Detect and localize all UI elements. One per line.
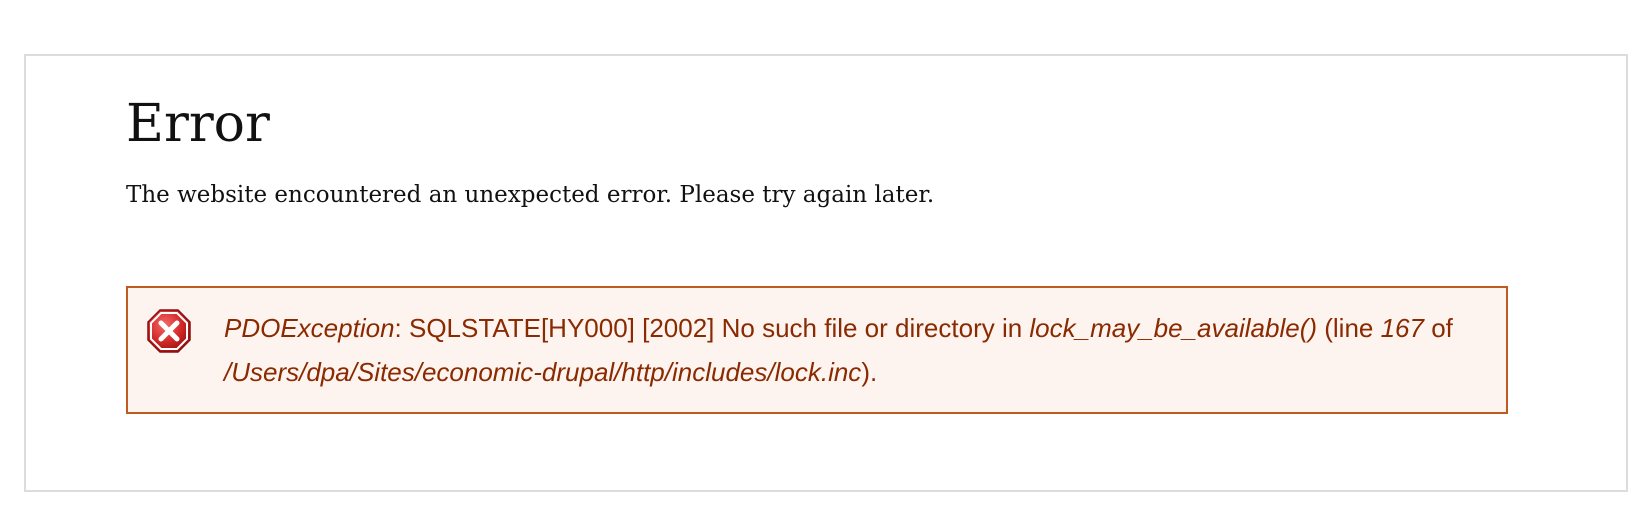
error-x-icon	[147, 309, 191, 353]
exception-file-path: /Users/dpa/Sites/economic-drupal/http/in…	[224, 357, 862, 387]
exception-line-prefix: (line	[1317, 313, 1381, 343]
exception-function: lock_may_be_available()	[1029, 313, 1318, 343]
exception-of-text: of	[1423, 313, 1453, 343]
exception-separator: :	[394, 313, 409, 343]
exception-type: PDOException	[224, 313, 395, 343]
error-intro-text: The website encountered an unexpected er…	[126, 182, 935, 208]
exception-message: SQLSTATE[HY000] [2002] No such file or d…	[408, 313, 1030, 343]
error-message-box: PDOException: SQLSTATE[HY000] [2002] No …	[126, 286, 1508, 414]
page-title: Error	[126, 94, 270, 154]
exception-suffix: ).	[861, 357, 878, 387]
exception-line-number: 167	[1380, 313, 1424, 343]
page-container: Error The website encountered an unexpec…	[24, 54, 1628, 492]
error-message-text: PDOException: SQLSTATE[HY000] [2002] No …	[224, 306, 1484, 394]
